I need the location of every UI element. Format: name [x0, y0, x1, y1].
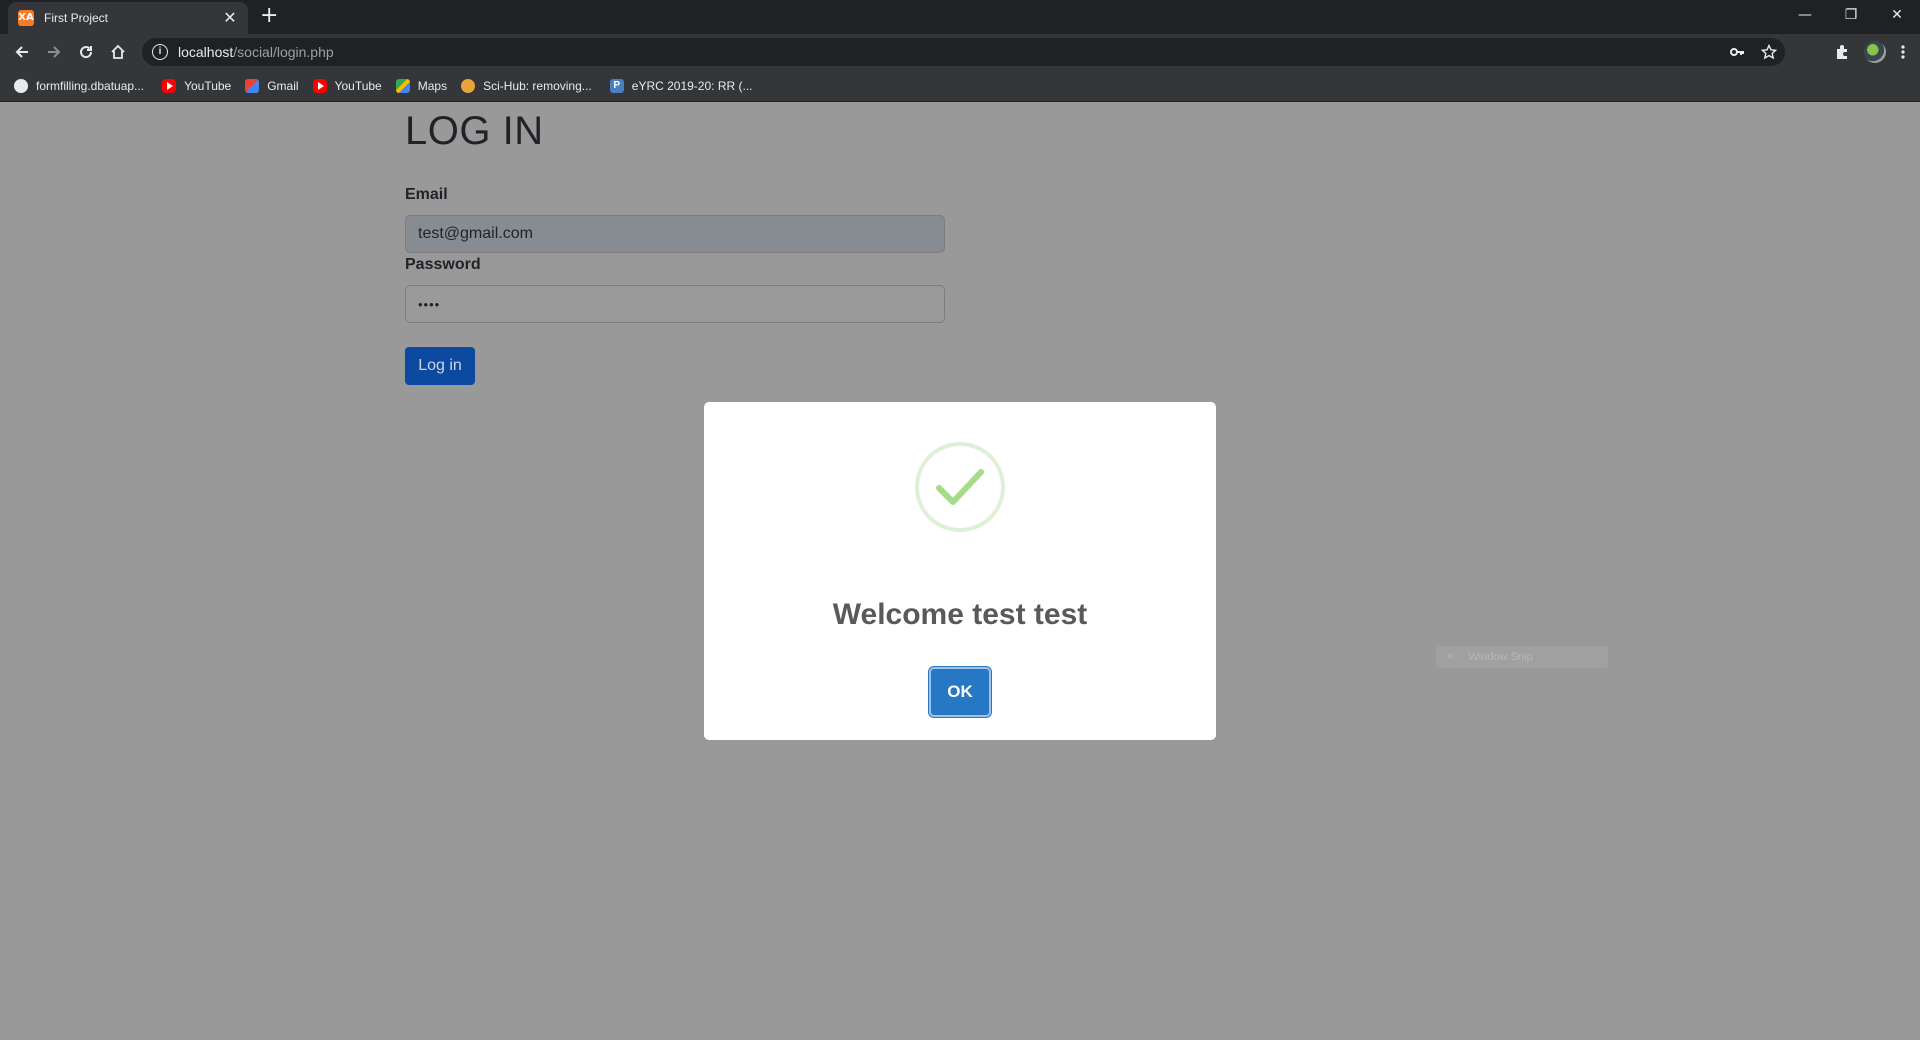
star-icon[interactable]: [1761, 44, 1777, 60]
password-field[interactable]: ••••: [405, 285, 945, 323]
youtube-icon: [162, 78, 177, 93]
page-title: LOG IN: [405, 109, 544, 153]
scihub-icon: [461, 78, 476, 93]
window-snip-label: Window Snip: [1468, 651, 1533, 663]
bookmark-label: YouTube: [334, 78, 382, 93]
gmail-icon: [245, 78, 260, 93]
site-info-icon[interactable]: i: [152, 44, 168, 60]
address-bar-actions: [1729, 38, 1777, 66]
close-icon: ✕: [1446, 651, 1455, 663]
bookmark-label: formfilling.dbatuap...: [36, 78, 145, 93]
success-dialog: Welcome test test OK: [704, 402, 1216, 740]
email-label: Email: [405, 186, 448, 203]
reload-icon[interactable]: [70, 36, 102, 68]
p-icon: P: [609, 78, 624, 93]
browser-tab[interactable]: XA First Project ✕: [8, 2, 248, 34]
url-host: localhost: [178, 44, 234, 60]
back-icon[interactable]: [6, 36, 38, 68]
window-snip-hint: ✕ Window Snip: [1436, 646, 1608, 668]
restore-icon[interactable]: ❐: [1828, 0, 1874, 30]
forward-icon[interactable]: [38, 36, 70, 68]
password-label: Password: [405, 256, 481, 273]
email-field[interactable]: test@gmail.com: [405, 215, 945, 253]
tab-strip: XA First Project ✕ + — ❐ ✕: [0, 0, 1920, 34]
tab-close-icon[interactable]: ✕: [222, 8, 238, 28]
extensions-icon[interactable]: [1834, 44, 1850, 60]
globe-icon: [14, 78, 28, 93]
bookmark-label: YouTube: [184, 78, 232, 93]
address-bar[interactable]: i localhost/social/login.php: [142, 38, 1785, 66]
url-path: /social/login.php: [233, 44, 334, 60]
bookmark-label: eYRC 2019-20: RR (...: [631, 78, 753, 93]
xampp-icon: XA: [18, 10, 34, 26]
bookmark-gmail[interactable]: Gmail: [245, 78, 299, 93]
maps-icon: [395, 78, 410, 93]
bookmark-scihub[interactable]: Sci-Hub: removing...: [461, 78, 592, 93]
success-check-icon: [915, 442, 1005, 532]
bookmark-maps[interactable]: Maps: [395, 78, 448, 93]
tab-title: First Project: [44, 11, 109, 25]
bookmark-label: Maps: [417, 78, 448, 93]
extension-area: [1834, 34, 1920, 70]
bookmark-label: Sci-Hub: removing...: [483, 78, 592, 93]
window-controls: — ❐ ✕: [1782, 0, 1920, 30]
bookmark-label: Gmail: [267, 78, 299, 93]
close-window-icon[interactable]: ✕: [1874, 0, 1920, 30]
minimize-icon[interactable]: —: [1782, 0, 1828, 30]
ok-button[interactable]: OK: [929, 667, 991, 717]
bookmark-youtube-2[interactable]: YouTube: [312, 78, 382, 93]
new-tab-icon[interactable]: +: [260, 5, 278, 27]
key-icon[interactable]: [1729, 44, 1745, 60]
youtube-icon: [312, 78, 327, 93]
url-text: localhost/social/login.php: [178, 44, 334, 60]
bookmark-eyrc[interactable]: P eYRC 2019-20: RR (...: [609, 78, 753, 93]
bookmark-formfilling[interactable]: formfilling.dbatuap...: [14, 78, 145, 93]
menu-kebab-icon[interactable]: [1900, 44, 1906, 60]
bookmarks-bar: formfilling.dbatuap... YouTube Gmail You…: [0, 70, 1920, 102]
home-icon[interactable]: [102, 36, 134, 68]
bookmark-youtube[interactable]: YouTube: [162, 78, 232, 93]
login-button[interactable]: Log in: [405, 347, 475, 385]
dialog-message: Welcome test test: [832, 598, 1088, 631]
profile-avatar[interactable]: [1864, 41, 1886, 63]
